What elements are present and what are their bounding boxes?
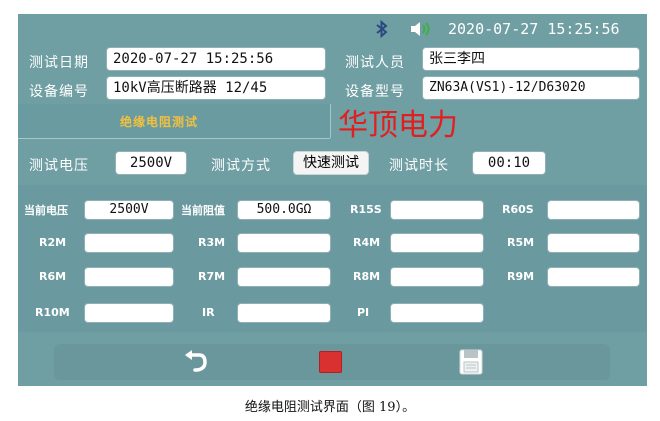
- pi-label: PI: [357, 306, 370, 319]
- device-no-field[interactable]: 10kV高压断路器 12/45: [106, 76, 326, 100]
- figure-caption: 绝缘电阻测试界面（图 19）。: [244, 400, 416, 415]
- duration-label: 测试时长: [389, 158, 449, 174]
- current-voltage-label: 当前电压: [24, 204, 68, 217]
- current-voltage-field: 2500V: [84, 200, 174, 220]
- ir-field: [237, 303, 331, 323]
- r10m-label: R10M: [35, 306, 70, 319]
- r7m-label: R7M: [198, 270, 226, 283]
- tab-insulation-test[interactable]: 绝缘电阻测试: [18, 104, 330, 139]
- current-resistance-field: 500.0GΩ: [237, 200, 331, 220]
- duration-field[interactable]: 00:10: [472, 151, 546, 175]
- device-model-field[interactable]: ZN63A(VS1)-12/D63020: [422, 76, 640, 100]
- r10m-field: [84, 303, 174, 323]
- device-no-label: 设备编号: [29, 84, 89, 100]
- r7m-field: [237, 267, 331, 287]
- speaker-icon[interactable]: [410, 21, 434, 37]
- ir-label: IR: [202, 306, 215, 319]
- r15s-label: R15S: [350, 203, 382, 216]
- bluetooth-icon: [374, 19, 390, 39]
- tab-divider: [330, 104, 331, 138]
- mode-button[interactable]: 快速测试: [293, 151, 369, 175]
- current-resistance-label: 当前阻值: [181, 204, 225, 217]
- mode-label: 测试方式: [211, 158, 271, 174]
- stop-icon[interactable]: [319, 351, 342, 373]
- bottom-toolbar: [54, 344, 610, 380]
- r60s-label: R60S: [502, 203, 534, 216]
- watermark-text: 华顶电力: [338, 108, 458, 143]
- tab-label: 绝缘电阻测试: [120, 115, 199, 129]
- r3m-field: [237, 233, 331, 253]
- voltage-label: 测试电压: [29, 158, 89, 174]
- r2m-field: [84, 233, 174, 253]
- r6m-label: R6M: [39, 270, 67, 283]
- r8m-label: R8M: [353, 270, 381, 283]
- r9m-label: R9M: [507, 270, 535, 283]
- save-icon[interactable]: [459, 349, 483, 375]
- pi-field: [390, 303, 484, 323]
- tester-label: 测试人员: [345, 55, 405, 71]
- r4m-field: [390, 233, 484, 253]
- r6m-field: [84, 267, 174, 287]
- tester-field[interactable]: 张三李四: [422, 47, 640, 71]
- r5m-field: [547, 233, 640, 253]
- r3m-label: R3M: [198, 236, 226, 249]
- test-date-label: 测试日期: [29, 55, 89, 71]
- device-model-label: 设备型号: [345, 84, 405, 100]
- r60s-field: [547, 200, 640, 220]
- r4m-label: R4M: [353, 236, 381, 249]
- r15s-field: [390, 200, 484, 220]
- voltage-field[interactable]: 2500V: [115, 151, 187, 175]
- r9m-field: [547, 267, 640, 287]
- device-screen: 2020-07-27 15:25:56 测试日期 2020-07-27 15:2…: [18, 14, 647, 386]
- status-datetime: 2020-07-27 15:25:56: [448, 20, 620, 38]
- r2m-label: R2M: [39, 236, 67, 249]
- back-arrow-icon[interactable]: [182, 349, 210, 375]
- r8m-field: [390, 267, 484, 287]
- test-date-field[interactable]: 2020-07-27 15:25:56: [106, 47, 326, 71]
- r5m-label: R5M: [507, 236, 535, 249]
